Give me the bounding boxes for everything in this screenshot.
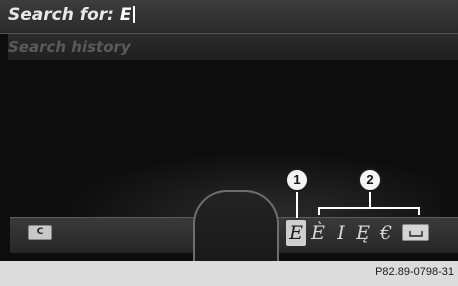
clear-key[interactable]: C	[28, 225, 52, 240]
callout-1-line	[296, 190, 298, 218]
char-key-e[interactable]: E	[286, 220, 306, 246]
text-cursor	[132, 6, 135, 23]
display-screen: Search for: E Search history C E È I Ę €…	[0, 0, 458, 261]
callout-2-bracket-right	[418, 207, 420, 215]
space-icon	[409, 231, 423, 237]
controller-illustration	[193, 190, 279, 261]
search-history-item[interactable]: Search history	[8, 34, 458, 60]
char-key-e-ogonek[interactable]: Ę	[353, 220, 373, 246]
char-key-e-grave[interactable]: È	[308, 220, 328, 246]
space-key[interactable]	[402, 224, 429, 241]
search-label: Search for:	[8, 5, 120, 25]
callout-2-bracket	[318, 207, 420, 209]
search-bar: Search for: E	[0, 0, 458, 34]
callout-1: 1	[285, 168, 309, 192]
search-value: E	[119, 5, 132, 25]
callout-2-bracket-left	[318, 207, 320, 215]
figure-code: P82.89-0798-31	[375, 266, 454, 278]
search-history-label: Search history	[8, 38, 131, 56]
char-key-i[interactable]: I	[331, 220, 351, 246]
callout-2-stem	[369, 190, 371, 208]
search-field[interactable]: Search for: E	[8, 5, 135, 25]
callout-2: 2	[358, 168, 382, 192]
char-key-euro[interactable]: €	[376, 220, 396, 246]
